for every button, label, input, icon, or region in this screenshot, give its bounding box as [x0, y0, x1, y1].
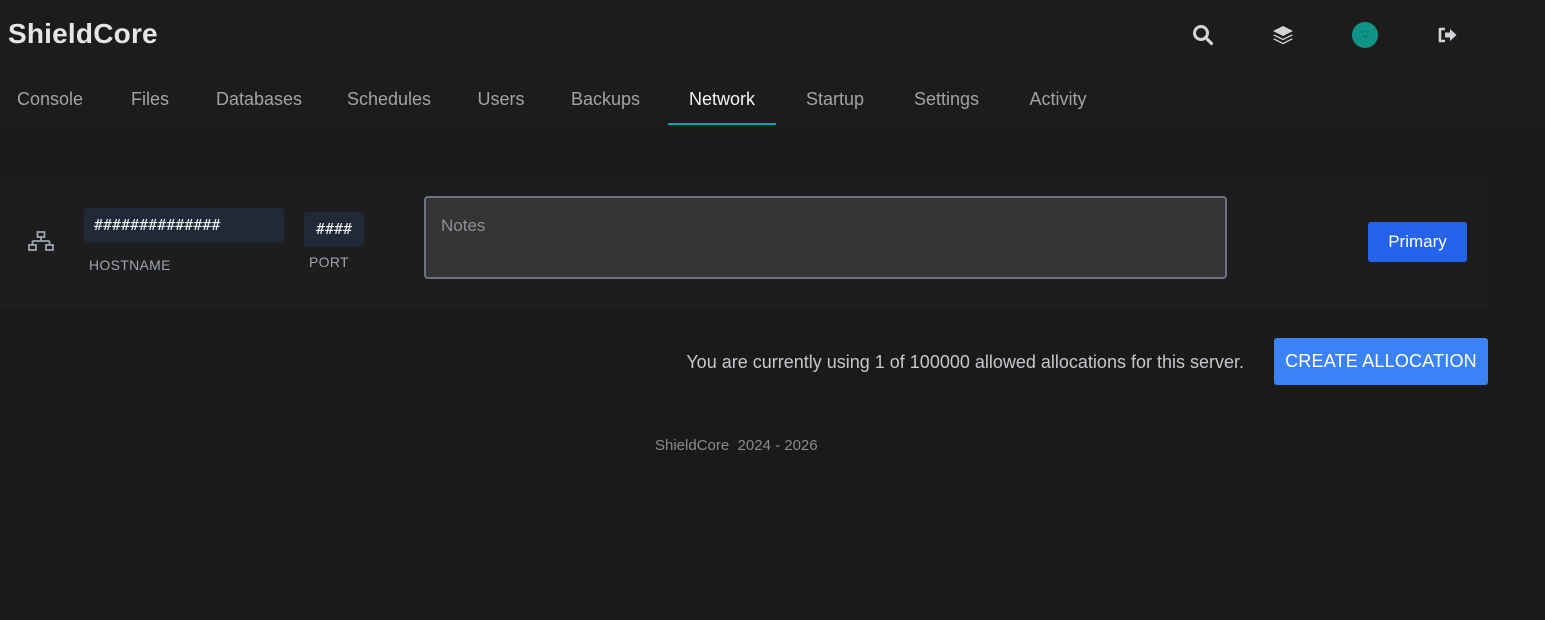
tab-databases[interactable]: Databases [199, 71, 319, 125]
top-bar: ShieldCore [0, 0, 1545, 71]
search-icon[interactable] [1189, 21, 1217, 49]
tab-startup[interactable]: Startup [786, 71, 884, 125]
tab-settings[interactable]: Settings [895, 71, 998, 125]
create-allocation-button[interactable]: CREATE ALLOCATION [1274, 338, 1488, 385]
tab-network[interactable]: Network [668, 71, 776, 125]
network-icon [28, 231, 54, 258]
primary-button[interactable]: Primary [1368, 222, 1467, 262]
layers-icon[interactable] [1269, 21, 1297, 49]
brand-logo[interactable]: ShieldCore [8, 18, 158, 50]
notes-input[interactable] [424, 196, 1227, 279]
tab-files[interactable]: Files [112, 71, 188, 125]
allocation-usage-text: You are currently using 1 of 100000 allo… [686, 352, 1244, 372]
port-value[interactable]: #### [304, 212, 364, 247]
server-nav: Console Files Databases Schedules Users … [0, 71, 1545, 125]
port-label: PORT [309, 254, 349, 270]
tab-console[interactable]: Console [0, 71, 100, 125]
tab-schedules[interactable]: Schedules [330, 71, 448, 125]
tab-activity[interactable]: Activity [1009, 71, 1107, 125]
avatar [1352, 22, 1378, 48]
tab-users[interactable]: Users [459, 71, 543, 125]
hostname-label: HOSTNAME [89, 257, 171, 273]
sign-out-icon[interactable] [1434, 21, 1462, 49]
allocation-row: ############## HOSTNAME #### PORT Primar… [0, 175, 1488, 307]
user-avatar[interactable] [1351, 21, 1379, 49]
hostname-value[interactable]: ############## [84, 208, 284, 243]
footer-copyright: ShieldCore 2024 - 2026 [655, 437, 818, 454]
tab-backups[interactable]: Backups [554, 71, 657, 125]
